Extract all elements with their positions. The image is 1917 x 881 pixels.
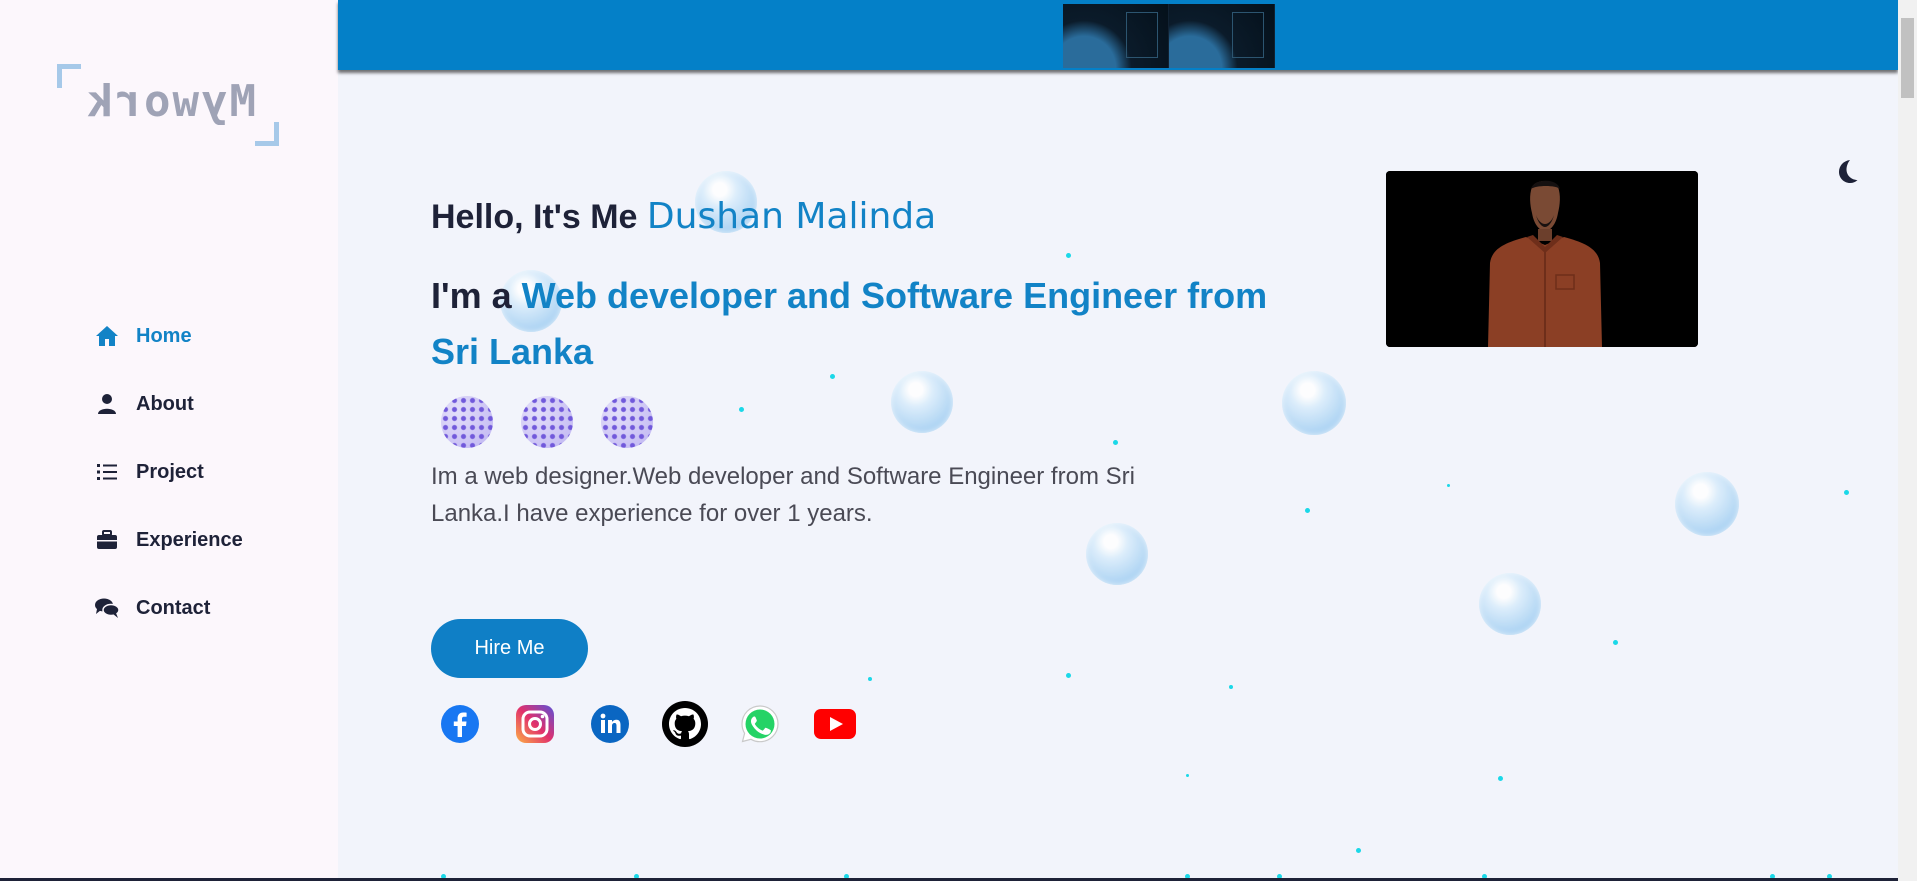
facebook-icon[interactable]: [434, 700, 486, 748]
linkedin-icon[interactable]: [584, 700, 636, 748]
orb-icon: [521, 396, 573, 448]
role-prefix: I'm a: [431, 275, 512, 316]
nav-item-home[interactable]: Home: [94, 302, 243, 370]
particle-dot: [1186, 774, 1189, 777]
particle-dot: [1613, 640, 1618, 645]
profile-person-image: [1386, 171, 1698, 347]
nav-item-label: Experience: [136, 528, 243, 551]
chat-icon: [94, 596, 120, 620]
whatsapp-icon[interactable]: [734, 700, 786, 748]
sidebar: Mywork Home About Project Experience Con…: [0, 0, 338, 881]
particle-dot: [1113, 440, 1118, 445]
nav-item-contact[interactable]: Contact: [94, 574, 243, 642]
orb-icon: [601, 396, 653, 448]
hero-greeting: Hello, It's Me Dushan Malinda: [431, 196, 936, 237]
particle-dot: [868, 677, 872, 681]
banner-image: [1063, 4, 1295, 68]
hero-role: I'm a Web developer and Software Enginee…: [431, 268, 1271, 380]
top-banner: [338, 0, 1898, 70]
vertical-scrollbar[interactable]: [1898, 0, 1917, 881]
particle-dot: [1066, 673, 1071, 678]
hire-me-button[interactable]: Hire Me: [431, 619, 588, 678]
particle-dot: [1498, 776, 1503, 781]
bubble: [1675, 472, 1739, 536]
nav-item-label: Contact: [136, 596, 211, 619]
greeting-prefix: Hello, It's Me: [431, 198, 638, 236]
hero-description: Im a web designer.Web developer and Soft…: [431, 463, 1135, 527]
user-icon: [94, 392, 120, 416]
particle-dot: [739, 407, 744, 412]
nav-item-experience[interactable]: Experience: [94, 506, 243, 574]
social-links: [434, 700, 884, 748]
briefcase-icon: [94, 528, 120, 552]
bubble: [891, 371, 953, 433]
orb-icon: [441, 396, 493, 448]
nav-item-project[interactable]: Project: [94, 438, 243, 506]
list-icon: [94, 460, 120, 484]
home-icon: [94, 324, 120, 348]
logo-corner-top-left: [57, 64, 81, 88]
logo-text: Mywork: [85, 76, 256, 127]
particle-dot: [1447, 484, 1450, 487]
logo-corner-bottom-right: [255, 122, 279, 146]
profile-video[interactable]: [1386, 171, 1698, 347]
particle-dot: [1356, 848, 1361, 853]
sidebar-nav: Home About Project Experience Contact: [94, 302, 243, 642]
hero-name: Dushan Malinda: [646, 196, 937, 237]
instagram-icon[interactable]: [509, 700, 561, 748]
bubble: [1086, 523, 1148, 585]
moon-icon[interactable]: [1831, 156, 1861, 186]
youtube-icon[interactable]: [809, 700, 861, 748]
nav-item-label: Home: [136, 324, 192, 347]
decorative-orbs: [441, 396, 681, 448]
bubble: [1479, 573, 1541, 635]
github-icon[interactable]: [659, 700, 711, 748]
logo[interactable]: Mywork: [57, 64, 279, 146]
role-highlight: Web developer and Software Engineer from…: [431, 275, 1268, 372]
banner-image-right: [1169, 4, 1275, 68]
bubble: [1282, 371, 1346, 435]
particle-dot: [1229, 685, 1233, 689]
nav-item-label: Project: [136, 460, 204, 483]
nav-item-about[interactable]: About: [94, 370, 243, 438]
banner-image-left: [1063, 4, 1169, 68]
nav-item-label: About: [136, 392, 194, 415]
particle-dot: [1066, 253, 1071, 258]
particle-dot: [1844, 490, 1849, 495]
scrollbar-thumb[interactable]: [1901, 18, 1914, 98]
particle-dot: [1305, 508, 1310, 513]
